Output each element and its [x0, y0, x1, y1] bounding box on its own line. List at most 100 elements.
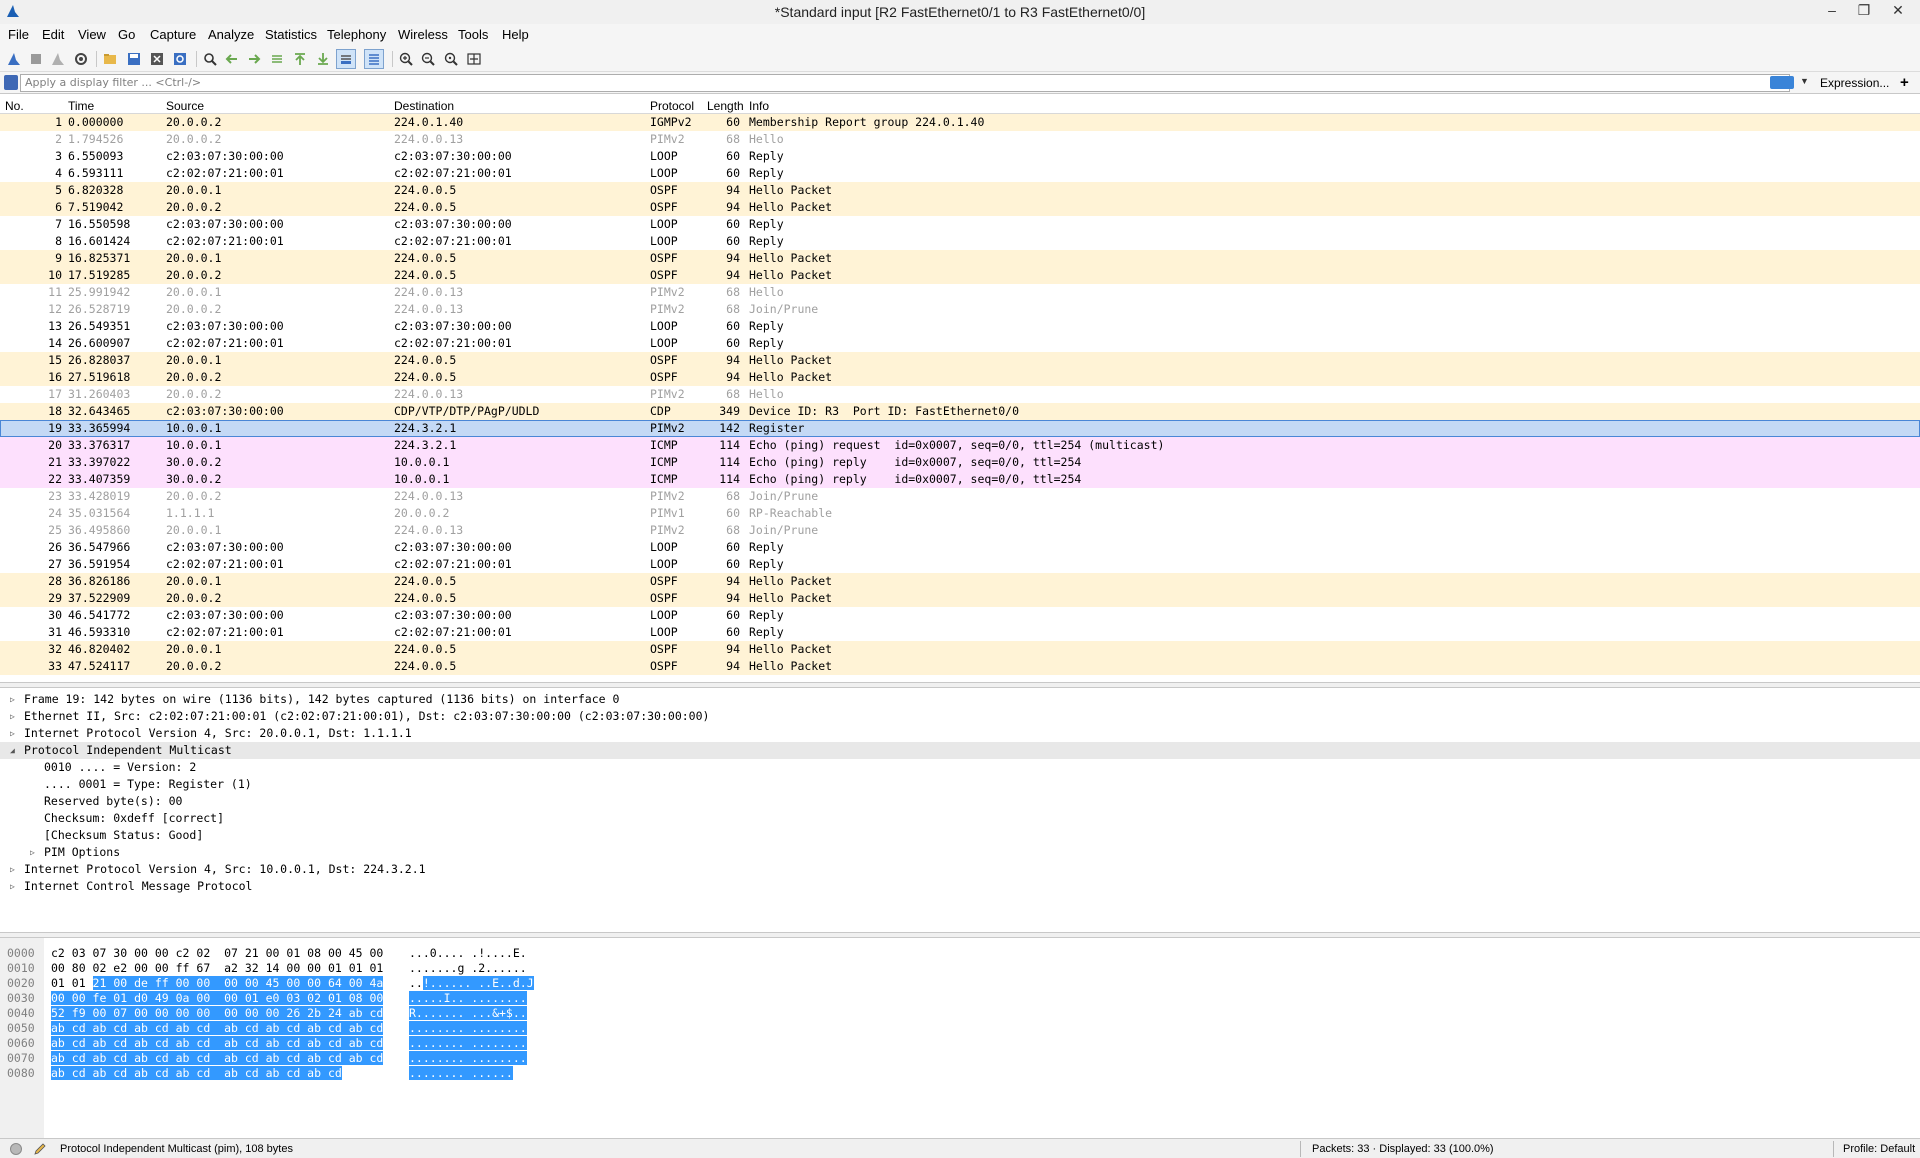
hex-bytes[interactable]: ab cd ab cd ab cd ab cd ab cd ab cd ab c…: [51, 1051, 384, 1066]
hex-bytes[interactable]: 52 f9 00 07 00 00 00 00 00 00 00 26 2b 2…: [51, 1006, 384, 1021]
packet-row[interactable]: 24 35.031564 1.1.1.1 20.0.0.2 PIMv1 60 RP-Reac…: [0, 505, 1920, 522]
collapsed-arrow-icon[interactable]: ▷: [10, 878, 15, 895]
add-filter-button[interactable]: +: [1900, 74, 1909, 91]
packet-row[interactable]: 27 36.591954 c2:02:07:21:00:01 c2:02:07:21:…: [0, 556, 1920, 573]
restore-button[interactable]: ❐: [1848, 0, 1880, 22]
ascii-bytes[interactable]: ........ ......: [409, 1066, 513, 1081]
collapsed-arrow-icon[interactable]: ▷: [10, 691, 15, 708]
packet-row[interactable]: 9 16.825371 20.0.0.1 224.0.0.5 OSPF 94 Hello P…: [0, 250, 1920, 267]
packet-row[interactable]: 3 6.550093 c2:03:07:30:00:00 c2:03:07:30:00…: [0, 148, 1920, 165]
packet-row[interactable]: 11 25.991942 20.0.0.1 224.0.0.13 PIMv2 68 Hell…: [0, 284, 1920, 301]
reload-file-icon[interactable]: [170, 49, 190, 69]
ascii-bytes[interactable]: ..!...... ..E..d.J: [409, 976, 534, 991]
packet-row[interactable]: 10 17.519285 20.0.0.2 224.0.0.5 OSPF 94 Hello …: [0, 267, 1920, 284]
detail-tree-item[interactable]: ▷ PIM Options: [0, 844, 1920, 861]
go-back-icon[interactable]: [222, 49, 242, 69]
packet-row[interactable]: 2 1.794526 20.0.0.2 224.0.0.13 PIMv2 68 Hello: [0, 131, 1920, 148]
filter-bookmark-icon[interactable]: [4, 75, 18, 90]
packet-row[interactable]: 22 33.407359 30.0.0.2 10.0.0.1 ICMP 114 Echo (…: [0, 471, 1920, 488]
packet-row[interactable]: 1 0.000000 20.0.0.2 224.0.1.40 IGMPv2 60 Membe…: [0, 114, 1920, 131]
hex-bytes[interactable]: 00 80 02 e2 00 00 ff 67 a2 32 14 00 00 0…: [51, 961, 383, 976]
column-header-protocol[interactable]: Protocol: [650, 99, 694, 113]
stop-capture-icon[interactable]: [26, 49, 46, 69]
packet-row[interactable]: 7 16.550598 c2:03:07:30:00:00 c2:03:07:30:0…: [0, 216, 1920, 233]
hex-bytes[interactable]: 01 01 21 00 de ff 00 00 00 00 45 00 00 6…: [51, 976, 384, 991]
ascii-bytes[interactable]: ........ ........: [409, 1036, 527, 1051]
menu-help[interactable]: Help: [502, 27, 529, 42]
detail-tree-item[interactable]: ▷ Ethernet II, Src: c2:02:07:21:00:01 (c2…: [0, 708, 1920, 725]
column-header-info[interactable]: Info: [749, 99, 769, 113]
collapsed-arrow-icon[interactable]: ▷: [10, 725, 15, 742]
packet-row[interactable]: 26 36.547966 c2:03:07:30:00:00 c2:03:07:30:…: [0, 539, 1920, 556]
column-header-source[interactable]: Source: [166, 99, 204, 113]
auto-scroll-icon[interactable]: [336, 49, 356, 69]
packet-row[interactable]: 8 16.601424 c2:02:07:21:00:01 c2:02:07:21:0…: [0, 233, 1920, 250]
start-capture-icon[interactable]: [4, 49, 24, 69]
detail-tree-item[interactable]: Reserved byte(s): 00: [0, 793, 1920, 810]
go-first-packet-icon[interactable]: [290, 49, 310, 69]
display-filter-input[interactable]: Apply a display filter ... <Ctrl-/>: [20, 74, 1790, 92]
detail-tree-item[interactable]: ▷ Frame 19: 142 bytes on wire (1136 bits)…: [0, 691, 1920, 708]
packet-row[interactable]: 25 36.495860 20.0.0.1 224.0.0.13 PIMv2 68 Join…: [0, 522, 1920, 539]
expert-info-led-icon[interactable]: [10, 1143, 22, 1155]
packet-row[interactable]: 12 26.528719 20.0.0.2 224.0.0.13 PIMv2 68 Join…: [0, 301, 1920, 318]
apply-filter-arrow-icon[interactable]: [1770, 76, 1794, 89]
column-header-destination[interactable]: Destination: [394, 99, 454, 113]
capture-comment-pencil-icon[interactable]: [33, 1142, 47, 1156]
menu-go[interactable]: Go: [118, 27, 135, 42]
hex-bytes[interactable]: c2 03 07 30 00 00 c2 02 07 21 00 01 08 0…: [51, 946, 383, 961]
packet-row[interactable]: 13 26.549351 c2:03:07:30:00:00 c2:03:07:30:…: [0, 318, 1920, 335]
packet-row[interactable]: 32 46.820402 20.0.0.1 224.0.0.5 OSPF 94 Hello …: [0, 641, 1920, 658]
menu-wireless[interactable]: Wireless: [398, 27, 448, 42]
ascii-bytes[interactable]: ........ ........: [409, 1021, 527, 1036]
hex-bytes[interactable]: 00 00 fe 01 d0 49 0a 00 00 01 e0 03 02 0…: [51, 991, 384, 1006]
detail-tree-item[interactable]: ▷ Internet Protocol Version 4, Src: 20.0.…: [0, 725, 1920, 742]
open-file-icon[interactable]: [100, 49, 120, 69]
packet-row[interactable]: 33 47.524117 20.0.0.2 224.0.0.5 OSPF 94 Hello …: [0, 658, 1920, 675]
column-header-time[interactable]: Time: [68, 99, 94, 113]
filter-history-chevron-icon[interactable]: ▼: [1800, 76, 1809, 86]
ascii-bytes[interactable]: R....... ...&+$..: [409, 1006, 527, 1021]
menu-statistics[interactable]: Statistics: [265, 27, 317, 42]
packet-row[interactable]: 31 46.593310 c2:02:07:21:00:01 c2:02:07:21:…: [0, 624, 1920, 641]
normal-size-icon[interactable]: [441, 49, 461, 69]
detail-tree-item[interactable]: ▷ Internet Protocol Version 4, Src: 10.0.…: [0, 861, 1920, 878]
menu-tools[interactable]: Tools: [458, 27, 488, 42]
packet-row[interactable]: 5 6.820328 20.0.0.1 224.0.0.5 OSPF 94 Hello Pa…: [0, 182, 1920, 199]
packet-row[interactable]: 18 32.643465 c2:03:07:30:00:00 CDP/VTP/DTP/…: [0, 403, 1920, 420]
menu-telephony[interactable]: Telephony: [327, 27, 386, 42]
menu-file[interactable]: File: [8, 27, 29, 42]
collapsed-arrow-icon[interactable]: ▷: [10, 708, 15, 725]
hex-bytes[interactable]: ab cd ab cd ab cd ab cd ab cd ab cd ab c…: [51, 1066, 342, 1081]
packet-row[interactable]: 20 33.376317 10.0.0.1 224.3.2.1 ICMP 114 Echo …: [0, 437, 1920, 454]
column-header-no[interactable]: No.: [5, 99, 24, 113]
packet-row[interactable]: 14 26.600907 c2:02:07:21:00:01 c2:02:07:21:…: [0, 335, 1920, 352]
expanded-arrow-icon[interactable]: ◢: [10, 742, 15, 759]
menu-view[interactable]: View: [78, 27, 106, 42]
capture-options-icon[interactable]: [71, 49, 91, 69]
detail-tree-item[interactable]: ▷ Internet Control Message Protocol: [0, 878, 1920, 895]
go-forward-icon[interactable]: [244, 49, 264, 69]
hex-bytes[interactable]: ab cd ab cd ab cd ab cd ab cd ab cd ab c…: [51, 1036, 384, 1051]
zoom-in-icon[interactable]: [396, 49, 416, 69]
hex-bytes[interactable]: ab cd ab cd ab cd ab cd ab cd ab cd ab c…: [51, 1021, 384, 1036]
detail-tree-item[interactable]: [Checksum Status: Good]: [0, 827, 1920, 844]
packet-row[interactable]: 19 33.365994 10.0.0.1 224.3.2.1 PIMv2 142 Regi…: [0, 420, 1920, 437]
find-packet-icon[interactable]: [200, 49, 220, 69]
go-last-packet-icon[interactable]: [313, 49, 333, 69]
minimize-button[interactable]: –: [1816, 0, 1848, 22]
expression-button[interactable]: Expression...: [1820, 76, 1889, 90]
packet-row[interactable]: 16 27.519618 20.0.0.2 224.0.0.5 OSPF 94 Hello …: [0, 369, 1920, 386]
collapsed-arrow-icon[interactable]: ▷: [10, 861, 15, 878]
close-button[interactable]: ✕: [1882, 0, 1914, 22]
packet-row[interactable]: 15 26.828037 20.0.0.1 224.0.0.5 OSPF 94 Hello …: [0, 352, 1920, 369]
packet-row[interactable]: 4 6.593111 c2:02:07:21:00:01 c2:02:07:21:00…: [0, 165, 1920, 182]
go-to-packet-icon[interactable]: [267, 49, 287, 69]
menu-analyze[interactable]: Analyze: [208, 27, 254, 42]
menu-edit[interactable]: Edit: [42, 27, 64, 42]
packet-row[interactable]: 21 33.397022 30.0.0.2 10.0.0.1 ICMP 114 Echo (…: [0, 454, 1920, 471]
packet-row[interactable]: 17 31.260403 20.0.0.2 224.0.0.13 PIMv2 68 Hell…: [0, 386, 1920, 403]
detail-tree-item[interactable]: .... 0001 = Type: Register (1): [0, 776, 1920, 793]
packet-row[interactable]: 23 33.428019 20.0.0.2 224.0.0.13 PIMv2 68 Join…: [0, 488, 1920, 505]
ascii-bytes[interactable]: .......g .2......: [409, 961, 527, 976]
